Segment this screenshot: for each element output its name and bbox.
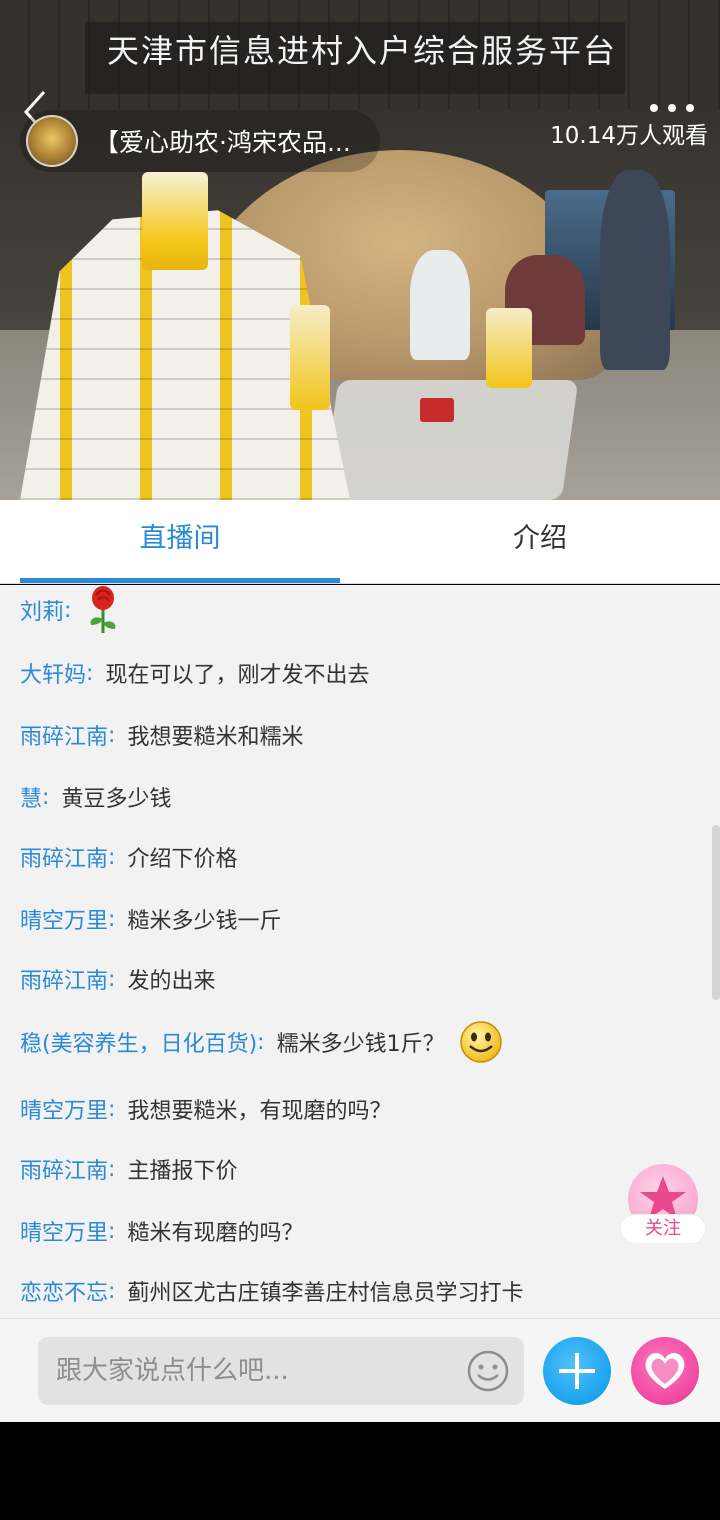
smiley-icon: [459, 1020, 503, 1064]
chat-text: 糙米多少钱一斤: [127, 909, 282, 934]
chat-colon: :: [108, 1278, 116, 1304]
room-title: 【爱心助农·鸿宋农品...: [94, 128, 351, 157]
chat-message: 雨碎江南: 主播报下价: [20, 1153, 237, 1185]
chat-colon: :: [42, 784, 50, 810]
emoji-button[interactable]: [466, 1349, 510, 1393]
add-button[interactable]: [543, 1337, 611, 1405]
chat-text: 介绍下价格: [127, 847, 238, 872]
video-person: [410, 250, 470, 360]
comment-input[interactable]: 跟大家说点什么吧...: [38, 1337, 524, 1405]
more-dot-icon: [650, 104, 658, 112]
chat-message: 大轩妈: 现在可以了，刚才发不出去: [20, 657, 369, 689]
avatar[interactable]: [26, 115, 78, 167]
rose-icon: [83, 585, 123, 635]
chat-colon: :: [108, 844, 116, 870]
video-rice-bag: [290, 305, 330, 410]
follow-label: 关注: [620, 1214, 706, 1244]
chat-username[interactable]: 雨碎江南: [20, 1153, 108, 1185]
chat-colon: :: [257, 1029, 265, 1055]
chat-text: 我想要糙米，有现磨的吗？: [127, 1099, 392, 1124]
chat-colon: :: [108, 1156, 116, 1182]
tab-active-indicator: [20, 578, 340, 583]
chat-colon: :: [108, 1218, 116, 1244]
follow-button[interactable]: 关注: [620, 1164, 710, 1248]
chat-username[interactable]: 晴空万里: [20, 1215, 108, 1247]
chat-text: 黄豆多少钱: [61, 787, 172, 812]
platform-title: 天津市信息进村入户综合服务平台: [85, 22, 625, 94]
chat-list[interactable]: 刘莉: 大轩妈: 现在可以了，刚才发不出去 雨碎江南: 我想要糙米和糯米 慧: …: [0, 585, 720, 1318]
more-dot-icon: [686, 104, 694, 112]
chat-colon: :: [86, 660, 94, 686]
video-rice-bag: [486, 308, 532, 388]
chat-message: 晴空万里: 糙米多少钱一斤: [20, 903, 281, 935]
viewer-count: 10.14万人观看: [550, 123, 708, 149]
chat-username[interactable]: 恋恋不忘: [20, 1275, 108, 1307]
chat-text: 主播报下价: [127, 1159, 238, 1184]
chat-message: 恋恋不忘: 蓟州区尤古庄镇李善庄村信息员学习打卡: [20, 1275, 523, 1307]
comment-placeholder: 跟大家说点什么吧...: [56, 1356, 289, 1386]
comment-bar: 跟大家说点什么吧...: [0, 1318, 720, 1422]
emoji-icon: [467, 1350, 509, 1392]
chat-colon: :: [64, 597, 72, 623]
video-tool: [420, 398, 454, 422]
chat-message: 稳(美容养生，日化百货): 糯米多少钱1斤？: [20, 1019, 503, 1065]
video-person: [600, 170, 670, 370]
chat-username[interactable]: 雨碎江南: [20, 719, 108, 751]
chat-message: 晴空万里: 糙米有现磨的吗？: [20, 1215, 303, 1247]
chat-username[interactable]: 晴空万里: [20, 1093, 108, 1125]
chat-text: 发的出来: [127, 969, 216, 994]
tab-introduction[interactable]: 介绍: [360, 500, 720, 584]
scrollbar[interactable]: [712, 825, 720, 1000]
chat-colon: :: [108, 1096, 116, 1122]
chat-username[interactable]: 晴空万里: [20, 903, 108, 935]
chat-text: 糯米多少钱1斤？: [276, 1032, 445, 1057]
chat-username[interactable]: 慧: [20, 781, 42, 813]
chat-username[interactable]: 稳(美容养生，日化百货): [20, 1026, 257, 1058]
chat-message: 晴空万里: 我想要糙米，有现磨的吗？: [20, 1093, 391, 1125]
heart-icon: [645, 1353, 685, 1389]
chat-message: 雨碎江南: 我想要糙米和糯米: [20, 719, 303, 751]
chat-text: 现在可以了，刚才发不出去: [105, 663, 370, 688]
chat-message: 雨碎江南: 介绍下价格: [20, 841, 237, 873]
chat-username[interactable]: 雨碎江南: [20, 841, 108, 873]
chat-username[interactable]: 雨碎江南: [20, 963, 108, 995]
more-dot-icon: [668, 104, 676, 112]
chat-colon: :: [108, 966, 116, 992]
room-info[interactable]: 【爱心助农·鸿宋农品...: [20, 110, 380, 172]
chat-colon: :: [108, 722, 116, 748]
chat-colon: :: [108, 906, 116, 932]
chat-username[interactable]: 大轩妈: [20, 657, 86, 689]
chat-text: 糙米有现磨的吗？: [127, 1221, 304, 1246]
plus-icon: [559, 1353, 595, 1389]
tab-bar: 直播间 介绍: [0, 500, 720, 584]
chat-username[interactable]: 刘莉: [20, 594, 64, 626]
system-nav-bar: [0, 1422, 720, 1520]
chat-message: 慧: 黄豆多少钱: [20, 781, 171, 813]
chat-message: 刘莉:: [20, 585, 123, 635]
chat-text: 我想要糙米和糯米: [127, 725, 304, 750]
chat-message: 雨碎江南: 发的出来: [20, 963, 215, 995]
like-button[interactable]: [631, 1337, 699, 1405]
video-rice-bag: [142, 172, 208, 270]
tab-live-room[interactable]: 直播间: [0, 500, 360, 584]
chat-text: 蓟州区尤古庄镇李善庄村信息员学习打卡: [127, 1281, 524, 1306]
